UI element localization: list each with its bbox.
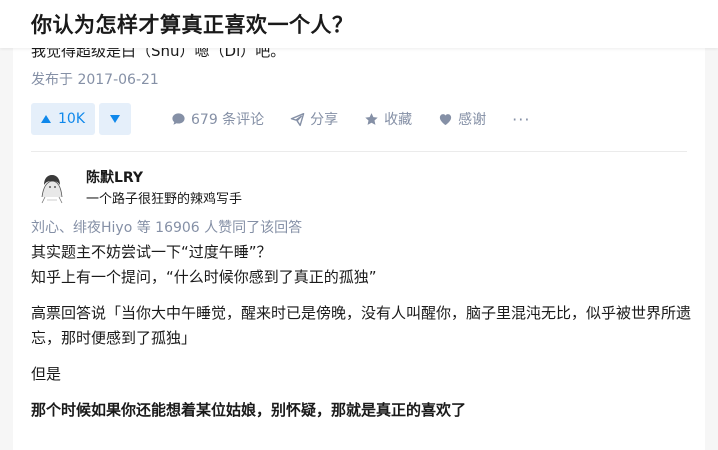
collect-button[interactable]: 收藏 [364,109,412,129]
voters-summary[interactable]: 刘心、绯夜Hiyo 等 16906 人赞同了该回答 [31,217,302,237]
publish-date[interactable]: 发布于 2017-06-21 [31,69,159,89]
sticky-question-header: 你认为怎样才算真正喜欢一个人？ [0,0,718,48]
answer-paragraph-bold: 那个时候如果你还能想着某位姑娘，别怀疑，那就是真正的喜欢了 [31,401,467,419]
author-avatar[interactable] [33,167,71,205]
answer-divider [31,151,687,152]
answer-paragraph: 知乎上有一个提问，“什么时候你感到了真正的孤独” [31,268,377,286]
question-title[interactable]: 你认为怎样才算真正喜欢一个人？ [31,9,354,39]
share-plane-icon [290,112,305,126]
author-name[interactable]: 陈默LRY [86,167,143,187]
thanks-label: 感谢 [458,112,487,128]
heart-icon [440,113,452,125]
more-options-button[interactable]: ··· [512,110,530,129]
share-label: 分享 [310,112,339,128]
answer-paragraph: 高票回答说「当你大中午睡觉，醒来时已是傍晚，没有人叫醒你，脑子里混沌无比，似乎被… [31,304,692,347]
answer-paragraph: 但是 [31,365,62,383]
page: 我觉得超级是白（Shu）嗯（Di）吧。 你认为怎样才算真正喜欢一个人？ 发布于 … [0,0,718,450]
upvote-arrow-icon [41,115,51,123]
avatar-sketch-icon [33,167,71,205]
share-button[interactable]: 分享 [290,109,338,129]
answer-content: 其实题主不妨尝试一下“过度午睡”？ 知乎上有一个提问，“什么时候你感到了真正的孤… [31,240,691,423]
answer-paragraph: 其实题主不妨尝试一下“过度午睡”？ [31,243,272,261]
comments-button[interactable]: 679 条评论 [171,109,264,129]
upvote-button[interactable]: 10K [31,103,95,135]
author-bio: 一个路子很狂野的辣鸡写手 [86,192,243,207]
comment-bubble-icon [172,112,185,125]
upvote-count: 10K [58,111,85,127]
answer-action-bar: 10K 679 条评论 分享 收藏 感谢 ··· [31,102,530,136]
comments-label: 679 条评论 [191,112,265,128]
downvote-button[interactable] [99,103,131,135]
collect-label: 收藏 [384,112,413,128]
thanks-button[interactable]: 感谢 [438,109,486,129]
star-icon [365,112,378,125]
downvote-arrow-icon [110,115,120,123]
